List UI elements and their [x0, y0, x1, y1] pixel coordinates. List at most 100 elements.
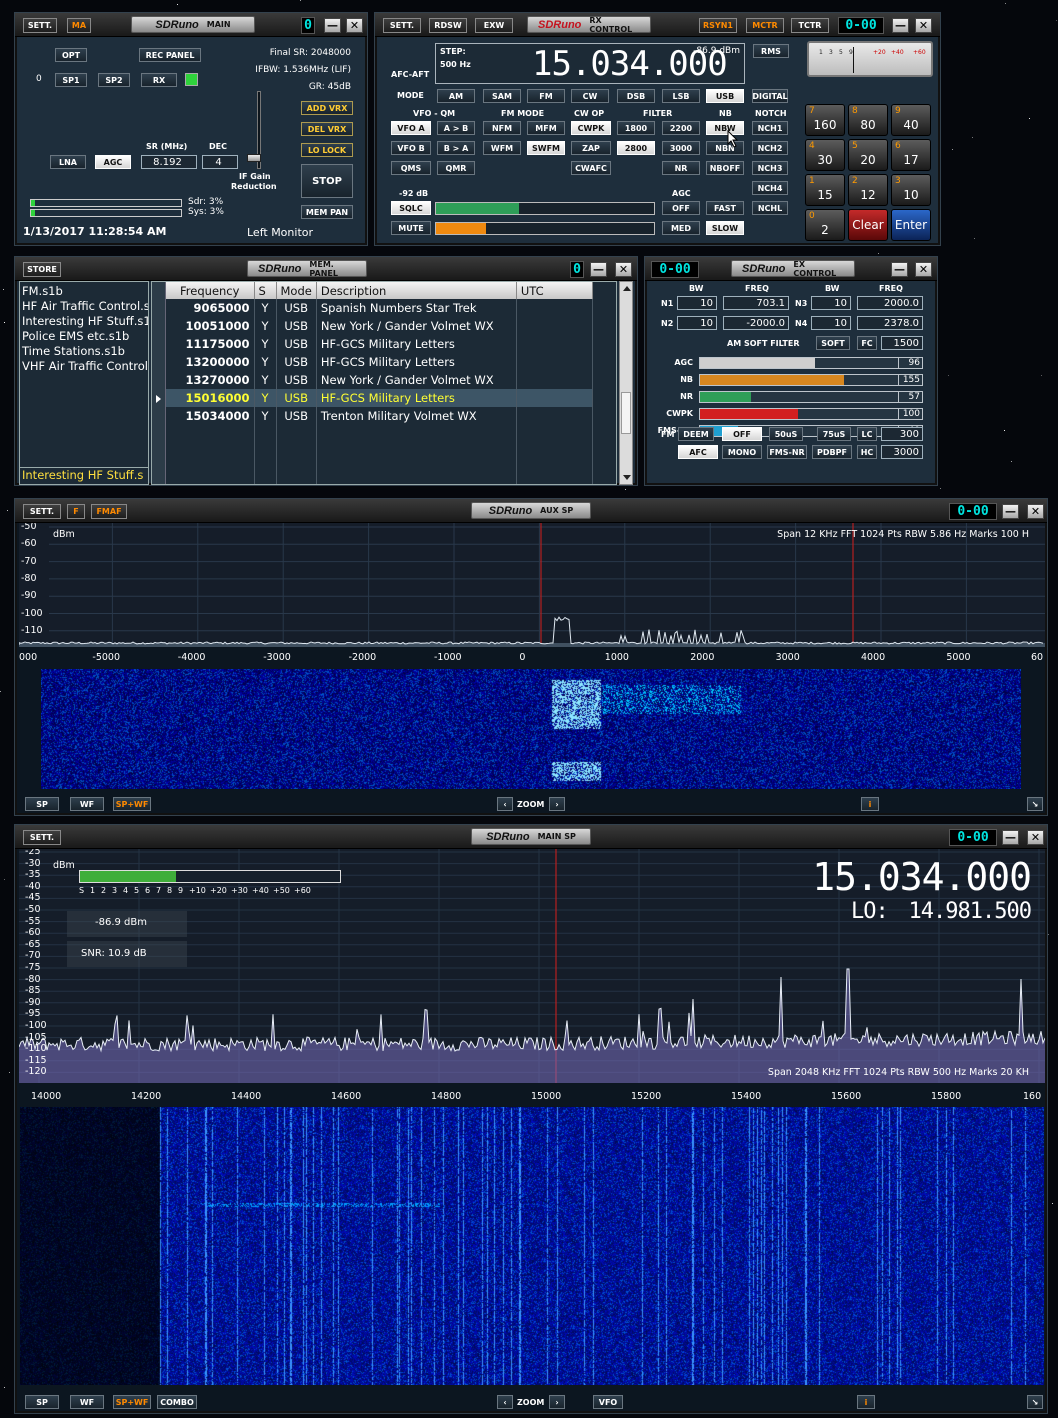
nchl-button[interactable]: NCHL [752, 201, 788, 215]
lo-lock-button[interactable]: LO LOCK [301, 143, 353, 157]
table-header-cell[interactable]: UTC [516, 282, 593, 299]
stop-button[interactable]: STOP [301, 164, 353, 198]
add-vrx-button[interactable]: ADD VRX [301, 101, 353, 115]
mode-cw-button[interactable]: CW [571, 89, 609, 103]
keypad-key[interactable]: 02 [805, 209, 845, 241]
vfo-button[interactable]: VFO [593, 1395, 623, 1409]
close-button[interactable]: ✕ [346, 18, 363, 33]
fmaf-button[interactable]: FMAF [91, 504, 127, 519]
mode-am-button[interactable]: AM [437, 89, 475, 103]
nr-button[interactable]: NR [662, 161, 700, 175]
file-list-item[interactable]: Interesting HF Stuff.s1b [22, 314, 148, 329]
table-row[interactable]: 13200000 Y USB HF-GCS Military Letters [166, 353, 593, 371]
mainsp-sp-wf-button[interactable]: SP+WF [113, 1395, 151, 1409]
aux-sp-button[interactable]: SP [25, 797, 59, 811]
keypad-key[interactable]: 7 160 [805, 104, 845, 136]
tctr-button[interactable]: TCTR [791, 18, 829, 33]
cwafc-button[interactable]: CWAFC [571, 161, 611, 175]
scroll-down-icon[interactable] [623, 475, 631, 480]
squelch-slider[interactable] [435, 202, 655, 215]
close-button[interactable]: ✕ [1027, 830, 1044, 845]
lna-button[interactable]: LNA [50, 155, 86, 169]
minimize-button[interactable]: — [892, 18, 909, 33]
scroll-up-icon[interactable] [623, 286, 631, 291]
keypad-key[interactable]: 2 12 [848, 174, 888, 206]
fms-nr-button[interactable]: FMS-NR [767, 445, 807, 459]
main-titlebar[interactable]: SETT. MA SDRuno MAIN 0 — ✕ [15, 13, 367, 37]
n3-freq-field[interactable]: 2000.0 [857, 296, 923, 310]
n1-freq-field[interactable]: 703.1 [723, 296, 789, 310]
close-button[interactable]: ✕ [1027, 504, 1044, 519]
scroll-thumb[interactable] [621, 392, 631, 434]
deem-off-button[interactable]: OFF [722, 427, 762, 441]
keypad-key[interactable]: 3 10 [891, 174, 931, 206]
deem-50us-button[interactable]: 50uS [769, 427, 803, 441]
frequency-display[interactable]: STEP: 500 Hz 15.034.000 -86.9 dBm [435, 43, 745, 84]
n2-bw-field[interactable]: 10 [677, 316, 717, 330]
minimize-button[interactable]: — [1002, 830, 1019, 845]
keypad-key[interactable]: 6 17 [891, 139, 931, 171]
aux-sp-wf-button[interactable]: SP+WF [113, 797, 151, 811]
fc-button[interactable]: FC [857, 336, 877, 350]
mainsp-info-button[interactable]: i [857, 1395, 875, 1409]
minimize-button[interactable]: — [324, 18, 341, 33]
agc-button[interactable]: AGC [95, 155, 131, 169]
vfo-b-button[interactable]: VFO B [391, 141, 431, 155]
table-row[interactable]: 11175000 Y USB HF-GCS Military Letters [166, 335, 593, 353]
sp2-button[interactable]: SP2 [98, 73, 130, 87]
ex-level-slider[interactable]: 96 [699, 357, 923, 369]
table-header-cell[interactable]: S [254, 282, 277, 299]
deem-button[interactable]: DEEM [678, 427, 714, 441]
close-button[interactable]: ✕ [615, 262, 632, 277]
aux-titlebar[interactable]: SETT. F FMAF SDRuno AUX SP 0-00 — ✕ [15, 499, 1047, 523]
mode-usb-button[interactable]: USB [706, 89, 744, 103]
table-row[interactable]: 9065000 Y USB Spanish Numbers Star Trek [166, 299, 593, 317]
filter-2200-button[interactable]: 2200 [662, 121, 700, 135]
filter-1800-button[interactable]: 1800 [617, 121, 655, 135]
mode-lsb-button[interactable]: LSB [662, 89, 700, 103]
ex-level-slider[interactable]: 57 [699, 391, 923, 403]
file-list-item[interactable]: HF Air Traffic Control.s1b [22, 299, 148, 314]
qmr-button[interactable]: QMR [437, 161, 475, 175]
n4-freq-field[interactable]: 2378.0 [857, 316, 923, 330]
main-ma-button[interactable]: MA [67, 18, 91, 33]
n2-freq-field[interactable]: -2000.0 [723, 316, 789, 330]
fc-field[interactable]: 1500 [881, 336, 923, 350]
file-list-item[interactable]: VHF Air Traffic Control.s1b [22, 359, 148, 374]
main-spectrum-plot[interactable]: -25 -30 -35 -40 -45 -50 -55 -60 -65 -70 -75 -80 -85-… [19, 849, 1045, 1083]
aux-sett-button[interactable]: SETT. [23, 504, 61, 519]
aux-spectrum-plot[interactable]: dBm Span 12 KHz FFT 1024 Pts RBW 5.86 Hz… [19, 523, 1045, 647]
agc-slow-button[interactable]: SLOW [706, 221, 744, 235]
deem-75us-button[interactable]: 75uS [817, 427, 851, 441]
filter-3000-button[interactable]: 3000 [662, 141, 700, 155]
rms-button[interactable]: RMS [753, 44, 789, 58]
table-row[interactable]: 13270000 Y USB New York / Gander Volmet WX [166, 371, 593, 389]
f-button[interactable]: F [67, 504, 85, 519]
n3-bw-field[interactable]: 10 [811, 296, 851, 310]
main-waterfall[interactable] [20, 1107, 1044, 1385]
keypad-key[interactable]: 4 30 [805, 139, 845, 171]
ex-level-slider[interactable]: 155 [699, 374, 923, 386]
mfm-button[interactable]: MFM [527, 121, 565, 135]
mainsp-resize-icon[interactable]: ↘ [1027, 1395, 1043, 1409]
aux-zoom-out-button[interactable]: ‹ [497, 797, 513, 811]
mainsp-wf-button[interactable]: WF [70, 1395, 104, 1409]
filter-2800-button[interactable]: 2800 [617, 141, 655, 155]
nboff-button[interactable]: NBOFF [706, 161, 744, 175]
mono-button[interactable]: MONO [722, 445, 762, 459]
mode-fm-button[interactable]: FM [527, 89, 565, 103]
minimize-button[interactable]: — [590, 262, 607, 277]
mctr-button[interactable]: MCTR [746, 18, 784, 33]
mode-dsb-button[interactable]: DSB [617, 89, 655, 103]
table-header-cell[interactable]: Mode [276, 282, 317, 299]
file-list-item[interactable]: FM.s1b [22, 284, 63, 299]
selected-file[interactable]: Interesting HF Stuff.s [20, 467, 148, 482]
aux-info-button[interactable]: i [861, 797, 879, 811]
vfo-a-button[interactable]: VFO A [391, 121, 431, 135]
close-button[interactable]: ✕ [915, 18, 932, 33]
lc-field[interactable]: 300 [881, 427, 923, 441]
agc-med-button[interactable]: MED [662, 221, 700, 235]
qms-button[interactable]: QMS [391, 161, 431, 175]
table-row[interactable]: 10051000 Y USB New York / Gander Volmet WX [166, 317, 593, 335]
del-vrx-button[interactable]: DEL VRX [301, 122, 353, 136]
